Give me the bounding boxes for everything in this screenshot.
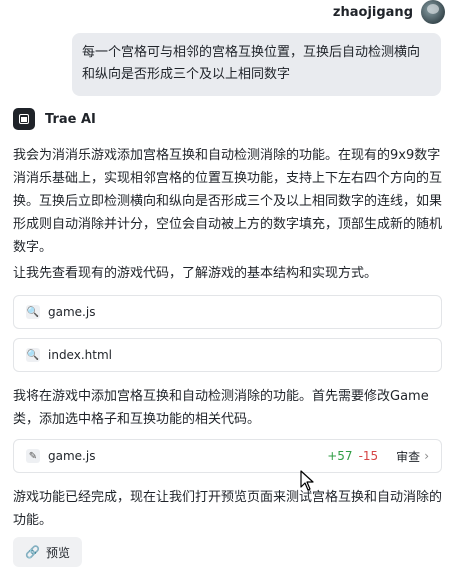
edit-icon: ✎ [26,449,40,463]
mouse-cursor-icon [300,470,314,491]
trae-logo-icon [13,108,35,130]
review-button[interactable]: 审查 [396,448,420,465]
assistant-header: Trae AI [13,108,96,130]
user-header: zhaojigang [333,0,445,24]
preview-button[interactable]: 🔗 预览 [13,537,82,567]
user-avatar[interactable] [421,0,445,24]
lines-added: +57 [327,449,353,463]
file-name: index.html [48,348,112,362]
search-icon: 🔍 [26,305,40,319]
search-icon: 🔍 [26,348,40,362]
username: zhaojigang [332,4,413,20]
assistant-paragraph-plan: 我将在游戏中添加宫格互换和自动检测消除的功能。首先需要修改Game类，添加选中格… [13,389,429,427]
file-reference-index-html[interactable]: 🔍 index.html [13,338,442,372]
assistant-paragraph-inspect: 让我先查看现有的游戏代码，了解游戏的基本结构和实现方式。 [13,266,378,281]
preview-label: 预览 [45,545,70,560]
chevron-right-icon: › [424,449,429,463]
file-reference-game-js[interactable]: 🔍 game.js [13,295,442,329]
file-edit-game-js[interactable]: ✎ game.js +57 -15 审查 › [13,439,442,473]
user-message-bubble: 每一个宫格可与相邻的宫格互换位置，互换后自动检测横向和纵向是否形成三个及以上相同… [72,33,441,96]
file-name: game.js [48,449,96,463]
file-name: game.js [48,305,96,319]
assistant-paragraph-intro: 我会为消消乐游戏添加宫格互换和自动检测消除的功能。在现有的9x9数字消消乐基础上… [13,148,443,255]
lines-deleted: -15 [358,449,379,463]
assistant-name: Trae AI [45,111,96,127]
link-icon: 🔗 [25,545,40,559]
assistant-paragraph-done: 游戏功能已经完成，现在让我们打开预览页面来测试宫格互换和自动消除的功能。 [13,490,443,528]
